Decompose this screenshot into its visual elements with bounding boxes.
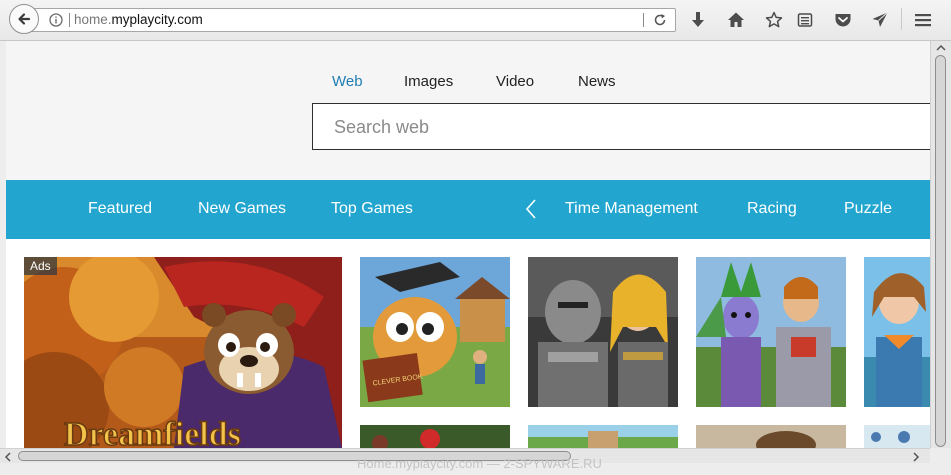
watermark: Home.myplaycity.com — 2-SPYWARE.RU bbox=[357, 456, 602, 471]
reading-list-button[interactable] bbox=[795, 10, 815, 30]
game-tile[interactable] bbox=[528, 257, 678, 407]
bookmark-button[interactable] bbox=[764, 10, 784, 30]
category-racing[interactable]: Racing bbox=[747, 200, 797, 218]
vertical-scroll-thumb[interactable] bbox=[935, 55, 946, 447]
back-arrow-icon bbox=[18, 13, 31, 25]
category-new-games[interactable]: New Games bbox=[198, 200, 286, 218]
search-tab-web[interactable]: Web bbox=[332, 73, 363, 90]
url-text[interactable]: home.myplaycity.com bbox=[74, 12, 203, 27]
game-tile[interactable] bbox=[528, 425, 678, 448]
game-thumbnail bbox=[696, 257, 846, 407]
send-icon bbox=[872, 12, 888, 27]
search-input[interactable] bbox=[332, 116, 896, 139]
toolbar-divider bbox=[901, 8, 902, 30]
scroll-right-icon[interactable] bbox=[912, 452, 920, 462]
info-icon[interactable] bbox=[49, 13, 63, 27]
browser-toolbar: home.myplaycity.com bbox=[0, 0, 951, 41]
game-thumbnail bbox=[696, 425, 846, 448]
game-thumbnail bbox=[864, 257, 930, 407]
url-bar[interactable]: home.myplaycity.com bbox=[24, 8, 676, 32]
scroll-up-icon[interactable] bbox=[936, 44, 946, 52]
chevron-left-icon[interactable] bbox=[524, 197, 538, 221]
vertical-scrollbar[interactable] bbox=[930, 41, 951, 448]
back-button[interactable] bbox=[9, 4, 39, 34]
game-tile[interactable] bbox=[696, 425, 846, 448]
home-button[interactable] bbox=[726, 10, 746, 30]
ads-badge: Ads bbox=[24, 257, 57, 275]
category-top-games[interactable]: Top Games bbox=[331, 200, 413, 218]
search-tab-news[interactable]: News bbox=[578, 73, 616, 90]
menu-button[interactable] bbox=[913, 10, 933, 30]
url-domain: myplaycity.com bbox=[111, 12, 203, 27]
game-thumbnail bbox=[864, 425, 930, 448]
featured-game-tile[interactable]: Dreamfields Ads bbox=[24, 257, 342, 448]
bookmark-star-icon bbox=[765, 11, 783, 28]
scroll-left-icon[interactable] bbox=[4, 452, 12, 462]
game-tile[interactable] bbox=[360, 425, 510, 448]
featured-game-artwork: Dreamfields bbox=[24, 257, 342, 448]
download-icon bbox=[692, 12, 704, 27]
url-separator-right bbox=[643, 13, 644, 27]
page-content: Web Images Video News Featured New Games… bbox=[6, 41, 930, 448]
home-icon bbox=[728, 12, 744, 27]
download-button[interactable] bbox=[688, 10, 708, 30]
game-tile[interactable]: CLEVER BOOK bbox=[360, 257, 510, 407]
hamburger-menu-icon bbox=[915, 14, 931, 27]
url-prefix: home. bbox=[74, 12, 112, 27]
category-puzzle[interactable]: Puzzle bbox=[844, 200, 892, 218]
game-thumbnail bbox=[528, 257, 678, 407]
pocket-button[interactable] bbox=[833, 10, 853, 30]
browser-window: home.myplaycity.com Web Images Video New… bbox=[0, 0, 951, 475]
category-featured[interactable]: Featured bbox=[88, 200, 152, 218]
category-time-management[interactable]: Time Management bbox=[565, 200, 698, 218]
games-grid: Dreamfields Ads CLEVER BOOK bbox=[6, 239, 930, 448]
game-thumbnail: CLEVER BOOK bbox=[360, 257, 510, 407]
featured-game-logo: Dreamfields bbox=[64, 416, 241, 448]
category-bar: Featured New Games Top Games Time Manage… bbox=[6, 180, 930, 239]
search-box[interactable] bbox=[312, 103, 930, 150]
pocket-icon bbox=[835, 14, 851, 27]
search-tab-images[interactable]: Images bbox=[404, 73, 453, 90]
reading-list-icon bbox=[797, 13, 813, 27]
game-tile[interactable] bbox=[864, 425, 930, 448]
search-tab-video[interactable]: Video bbox=[496, 73, 534, 90]
reload-icon[interactable] bbox=[653, 13, 667, 27]
game-thumbnail bbox=[528, 425, 678, 448]
send-button[interactable] bbox=[870, 10, 890, 30]
game-thumbnail bbox=[360, 425, 510, 448]
url-separator bbox=[69, 13, 70, 27]
game-tile[interactable] bbox=[696, 257, 846, 407]
game-tile[interactable] bbox=[864, 257, 930, 407]
search-area: Web Images Video News bbox=[6, 41, 930, 180]
